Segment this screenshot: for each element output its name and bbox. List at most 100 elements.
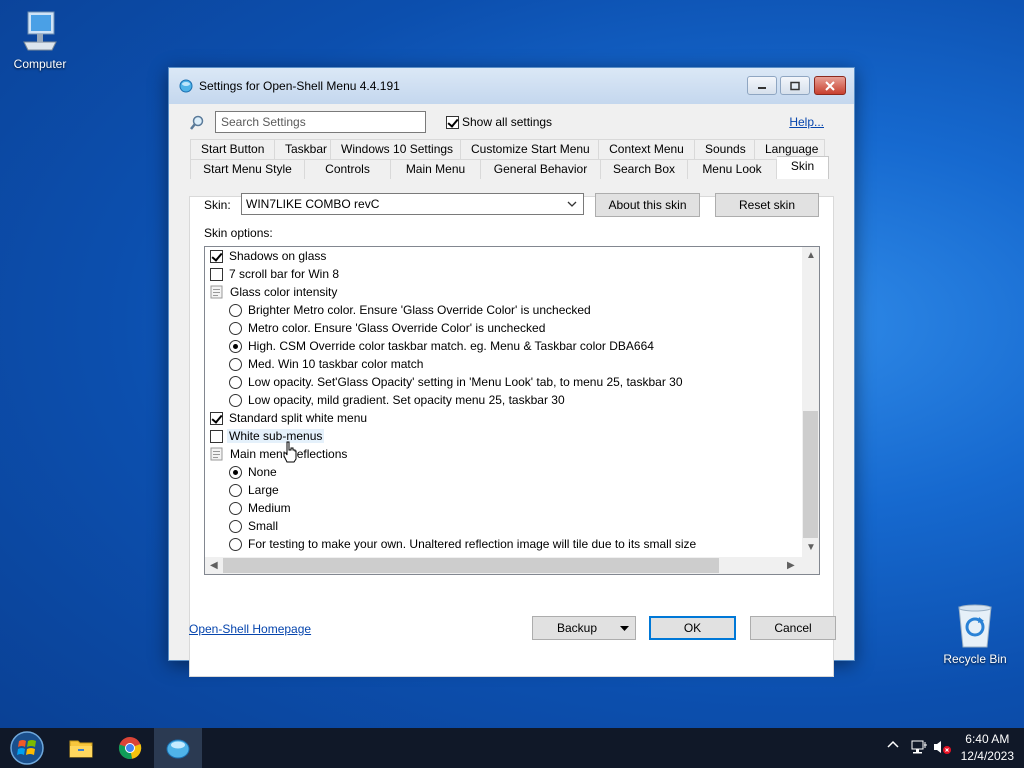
taskbar-chrome[interactable] <box>106 728 154 768</box>
tab-taskbar[interactable]: Taskbar <box>275 139 331 159</box>
horizontal-scrollbar[interactable]: ◀ ▶ <box>205 557 802 574</box>
option-label: Small <box>248 519 279 533</box>
option-label: 7 scroll bar for Win 8 <box>229 267 340 281</box>
option-checkbox[interactable] <box>210 267 223 281</box>
dropdown-arrow-icon <box>620 626 629 631</box>
hand-cursor-icon <box>283 441 297 463</box>
skin-option-row[interactable]: High. CSM Override color taskbar match. … <box>229 337 654 355</box>
vertical-scroll-thumb[interactable] <box>803 411 818 538</box>
option-radio[interactable] <box>229 483 242 497</box>
option-label: High. CSM Override color taskbar match. … <box>248 339 654 353</box>
taskbar-open-shell-settings[interactable] <box>154 728 202 768</box>
tab-general-behavior[interactable]: General Behavior <box>481 159 601 179</box>
option-label: Med. Win 10 taskbar color match <box>248 357 424 371</box>
vertical-scrollbar[interactable]: ▲ ▼ <box>802 247 819 557</box>
option-radio[interactable] <box>229 321 242 335</box>
window-title: Settings for Open-Shell Menu 4.4.191 <box>199 79 400 93</box>
network-icon[interactable] <box>910 739 928 758</box>
option-radio[interactable] <box>229 375 242 389</box>
backup-button[interactable]: Backup <box>532 616 636 640</box>
tab-customize-start-menu[interactable]: Customize Start Menu <box>461 139 599 159</box>
option-label: For testing to make your own. Unaltered … <box>248 537 697 551</box>
skin-option-row[interactable]: Shadows on glass <box>210 247 326 265</box>
settings-window: Settings for Open-Shell Menu 4.4.191 Sho… <box>168 67 855 677</box>
option-checkbox[interactable] <box>210 249 223 263</box>
tab-main-menu[interactable]: Main Menu <box>391 159 481 179</box>
title-bar[interactable]: Settings for Open-Shell Menu 4.4.191 <box>169 68 854 104</box>
ok-button[interactable]: OK <box>649 616 736 640</box>
backup-button-label: Backup <box>556 621 598 635</box>
scroll-right-icon[interactable]: ▶ <box>787 561 795 571</box>
desktop-icon-recycle-bin[interactable]: Recycle Bin <box>935 603 1015 666</box>
option-radio[interactable] <box>229 357 242 371</box>
search-settings-input[interactable] <box>215 111 426 133</box>
option-radio[interactable] <box>229 303 242 317</box>
option-radio[interactable] <box>229 465 242 479</box>
option-group-icon <box>210 447 223 461</box>
option-radio[interactable] <box>229 339 242 353</box>
option-checkbox[interactable] <box>210 429 223 443</box>
desktop-icon-label: Computer <box>13 57 67 71</box>
clock[interactable]: 6:40 AM 12/4/2023 <box>961 731 1014 765</box>
tab-controls[interactable]: Controls <box>305 159 391 179</box>
skin-option-row[interactable]: Brighter Metro color. Ensure 'Glass Over… <box>229 301 591 319</box>
minimize-button[interactable] <box>747 76 777 95</box>
tab-menu-look[interactable]: Menu Look <box>688 159 777 179</box>
option-label: Large <box>248 483 279 497</box>
show-all-settings-checkbox[interactable]: Show all settings <box>446 115 552 129</box>
help-link[interactable]: Help... <box>789 115 824 129</box>
scroll-left-icon[interactable]: ◀ <box>210 561 218 571</box>
skin-option-row[interactable]: Low opacity, mild gradient. Set opacity … <box>229 391 565 409</box>
tab-start-button[interactable]: Start Button <box>190 139 275 159</box>
scroll-up-icon[interactable]: ▲ <box>806 251 816 261</box>
tab-windows-10-settings[interactable]: Windows 10 Settings <box>331 139 461 159</box>
skin-select[interactable]: WIN7LIKE COMBO revC <box>241 193 584 215</box>
tab-context-menu[interactable]: Context Menu <box>599 139 695 159</box>
skin-option-row[interactable]: Low opacity. Set'Glass Opacity' setting … <box>229 373 683 391</box>
skin-option-row[interactable]: 7 scroll bar for Win 8 <box>210 265 339 283</box>
start-orb-icon <box>10 731 44 765</box>
skin-option-row[interactable]: Large <box>229 481 279 499</box>
reset-skin-button[interactable]: Reset skin <box>715 193 819 217</box>
close-button[interactable] <box>814 76 846 95</box>
option-radio[interactable] <box>229 537 242 551</box>
option-radio[interactable] <box>229 519 242 533</box>
skin-option-row[interactable]: Med. Win 10 taskbar color match <box>229 355 423 373</box>
desktop-icon-computer[interactable]: Computer <box>0 10 80 71</box>
tab-start-menu-style[interactable]: Start Menu Style <box>190 159 305 179</box>
maximize-button[interactable] <box>780 76 810 95</box>
skin-option-row[interactable]: Metro color. Ensure 'Glass Override Colo… <box>229 319 545 337</box>
skin-option-row[interactable]: Standard split white menu <box>210 409 367 427</box>
about-skin-button[interactable]: About this skin <box>595 193 700 217</box>
open-shell-homepage-link[interactable]: Open-Shell Homepage <box>189 622 311 636</box>
checkbox-box[interactable] <box>446 115 459 129</box>
skin-option-row[interactable]: Main menu reflections <box>210 445 347 463</box>
option-radio[interactable] <box>229 501 242 515</box>
search-icon <box>190 115 204 130</box>
horizontal-scroll-thumb[interactable] <box>223 558 719 573</box>
taskbar-file-explorer[interactable] <box>57 728 105 768</box>
tab-sounds[interactable]: Sounds <box>695 139 755 159</box>
skin-select-value: WIN7LIKE COMBO revC <box>246 197 380 211</box>
skin-options-list[interactable]: Shadows on glass 7 scroll bar for Win 8 Gl… <box>204 246 820 575</box>
scroll-down-icon[interactable]: ▼ <box>806 543 816 553</box>
tab-search-box[interactable]: Search Box <box>601 159 688 179</box>
volume-muted-icon[interactable] <box>932 739 952 758</box>
skin-option-row[interactable]: None <box>229 463 277 481</box>
option-label: White sub-menus <box>227 429 325 443</box>
skin-option-row[interactable]: Glass color intensity <box>210 283 337 301</box>
show-hidden-icons-chevron-icon[interactable] <box>886 738 900 755</box>
skin-option-row[interactable]: White sub-menus <box>210 427 325 445</box>
skin-option-row[interactable]: Small <box>229 517 278 535</box>
chevron-down-icon <box>567 201 577 207</box>
chrome-icon <box>118 737 142 759</box>
option-radio[interactable] <box>229 393 242 407</box>
skin-option-row[interactable]: For testing to make your own. Unaltered … <box>229 535 696 553</box>
tab-skin[interactable]: Skin <box>777 156 829 179</box>
start-button[interactable] <box>3 728 51 768</box>
desktop-icon-label: Recycle Bin <box>943 652 1007 666</box>
cancel-button[interactable]: Cancel <box>750 616 836 640</box>
skin-option-row[interactable]: Medium <box>229 499 291 517</box>
option-checkbox[interactable] <box>210 411 223 425</box>
show-all-settings-label: Show all settings <box>462 115 553 129</box>
